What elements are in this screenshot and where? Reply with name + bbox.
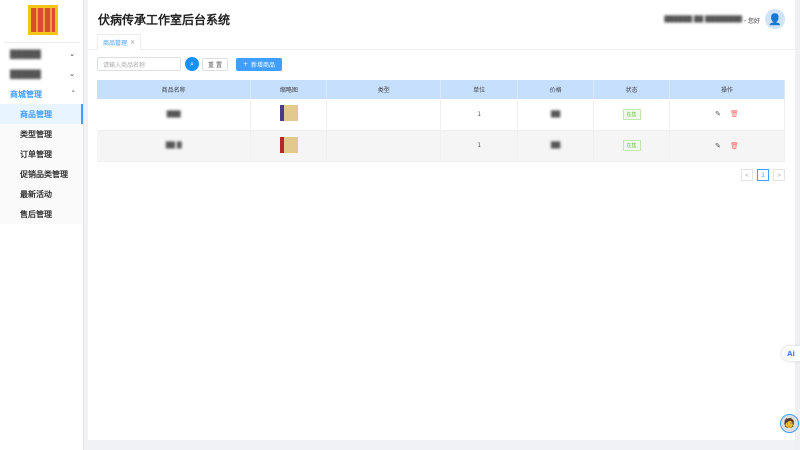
delete-icon[interactable]: 🗑 (730, 142, 739, 150)
status-badge: 在售 (622, 108, 641, 120)
col-unit: 单位 (440, 80, 519, 99)
col-actions: 操作 (669, 80, 785, 99)
scrollbar-track[interactable] (795, 0, 800, 450)
prev-page-button[interactable]: < (741, 169, 753, 181)
col-status: 状态 (593, 80, 671, 99)
avatar[interactable]: 👤 (765, 9, 785, 29)
divider (4, 42, 80, 43)
sidebar-sub-orders[interactable]: 订单管理 (0, 144, 83, 164)
sidebar: █████ ⌄ █████ ⌄ 商城管理 ˄ 商品管理 类型管理 订单管理 促销品类管… (0, 0, 84, 450)
tab-products[interactable]: 商品管理 × (97, 34, 142, 50)
sidebar-item-1[interactable]: █████ ⌄ (0, 44, 83, 64)
col-price: 价格 (517, 80, 595, 99)
thumbnail-image[interactable] (279, 136, 298, 153)
next-page-button[interactable]: > (773, 169, 785, 181)
page-title: 伏病传承工作室后台系统 (98, 13, 231, 27)
product-price: ██ (551, 142, 561, 149)
search-input[interactable]: 请输入商品名称 (97, 57, 181, 71)
main-panel: 伏病传承工作室后台系统 ██████ ██ ████████, 您好 👤 商品管理… (88, 0, 795, 440)
edit-icon[interactable]: ✎ (715, 110, 721, 118)
edit-icon[interactable]: ✎ (715, 142, 721, 150)
col-thumb: 缩略图 (250, 80, 328, 99)
delete-icon[interactable]: 🗑 (730, 110, 739, 118)
product-unit: 1 (440, 99, 519, 131)
logo (28, 5, 58, 35)
add-product-button[interactable]: + 新增商品 (236, 58, 282, 71)
status-badge: 在售 (622, 140, 641, 151)
plus-icon: + (242, 61, 248, 68)
sidebar-sub-types[interactable]: 类型管理 (0, 124, 83, 144)
ai-assistant-button[interactable]: Ai (782, 346, 800, 361)
sidebar-item-mall[interactable]: 商城管理 ˄ (0, 84, 83, 104)
col-type: 类型 (326, 80, 442, 99)
page-1-button[interactable]: 1 (757, 169, 769, 181)
product-name: ███ (166, 110, 181, 118)
product-name: ██ █ (165, 142, 182, 149)
product-unit: 1 (440, 130, 519, 162)
col-name: 商品名称 (97, 80, 252, 99)
sidebar-sub-aftersales[interactable]: 售后管理 (0, 204, 83, 224)
table-row: ███ 1 ██ 在售 ✎ 🗑 (97, 99, 785, 131)
thumbnail-image[interactable] (279, 105, 298, 122)
close-icon[interactable]: × (130, 39, 135, 46)
chevron-up-icon: ˄ (71, 90, 76, 98)
chevron-down-icon: ⌄ (69, 70, 75, 78)
search-button[interactable]: ⌕ (185, 57, 199, 71)
sidebar-sub-promotions[interactable]: 促销品类管理 (0, 164, 83, 184)
sidebar-menu: █████ ⌄ █████ ⌄ 商城管理 ˄ 商品管理 类型管理 订单管理 促销品类管… (0, 44, 83, 224)
helper-avatar-button[interactable]: 🧑 (780, 414, 799, 433)
sidebar-sub-activities[interactable]: 最新活动 (0, 184, 83, 204)
reset-button[interactable]: 重 置 (202, 58, 228, 71)
table-row: ██ █ 1 ██ 在售 ✎ 🗑 (97, 130, 785, 162)
product-type (326, 99, 442, 131)
sidebar-item-2[interactable]: █████ ⌄ (0, 64, 83, 84)
tab-bar: 商品管理 × (88, 34, 795, 50)
pagination: < 1 > (741, 169, 785, 181)
table-header: 商品名称 缩略图 类型 单位 价格 状态 操作 (97, 80, 785, 99)
product-price: ██ (551, 110, 561, 118)
products-table: 商品名称 缩略图 类型 单位 价格 状态 操作 ███ 1 ██ 在售 ✎ 🗑 █… (97, 80, 785, 162)
sidebar-sub-products[interactable]: 商品管理 (0, 104, 83, 124)
user-greeting: ██████ ██ ████████, 您好 (664, 16, 760, 25)
product-type (326, 130, 442, 162)
search-icon: ⌕ (190, 59, 194, 68)
chevron-down-icon: ⌄ (69, 50, 75, 58)
